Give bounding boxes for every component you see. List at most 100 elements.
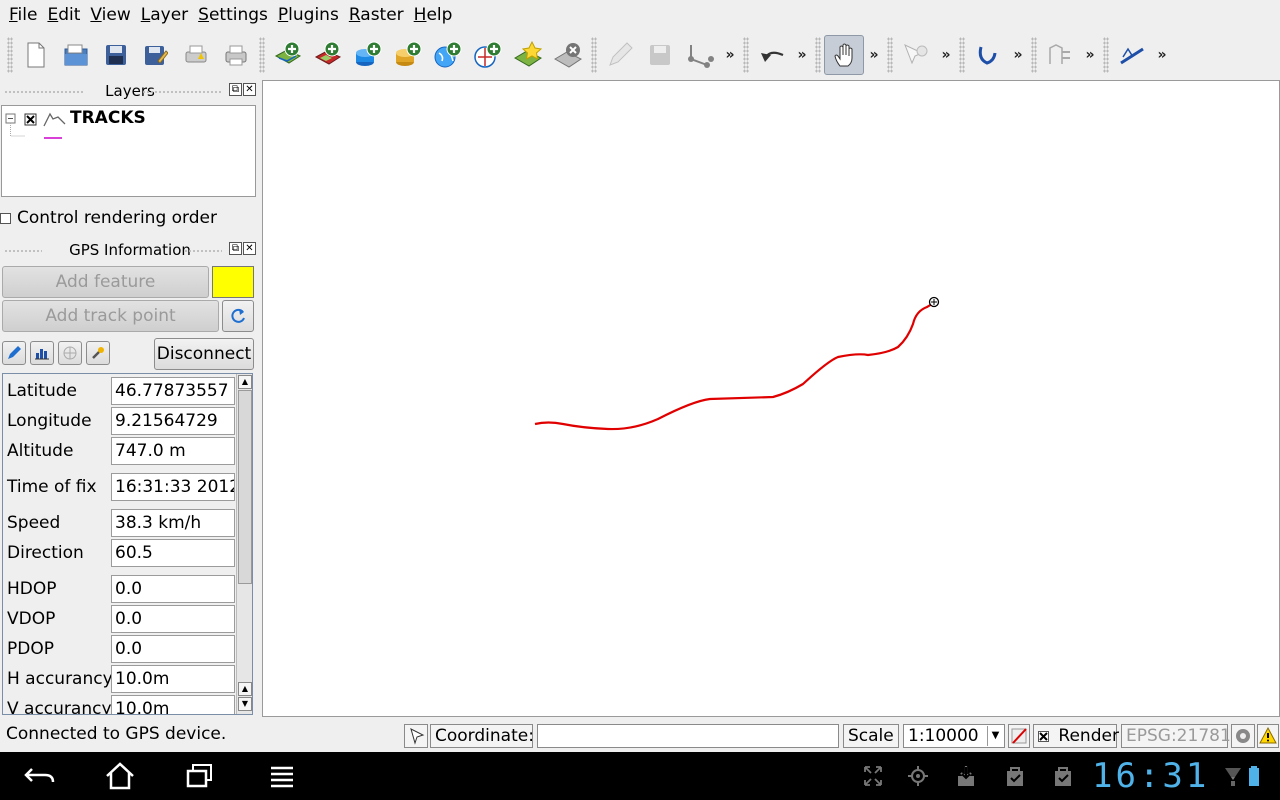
add-feature-button[interactable]: Add feature (2, 266, 209, 298)
gps-field-time-of-fix: Time of fix 16:31:33 2012 (7, 473, 235, 501)
stop-render-icon (1011, 728, 1027, 744)
save-edits-icon[interactable] (640, 35, 680, 75)
render-toggle[interactable]: Render (1033, 724, 1119, 748)
new-shapefile-icon[interactable] (508, 35, 548, 75)
add-raster-layer-icon[interactable] (308, 35, 348, 75)
float-icon[interactable]: ⧉ (229, 83, 242, 96)
home-button[interactable] (100, 760, 140, 792)
home-icon (106, 762, 134, 790)
coordinate-toggle-button[interactable] (404, 724, 428, 748)
add-vector-layer-icon[interactable] (268, 35, 308, 75)
menu-settings[interactable]: Settings (193, 0, 273, 30)
gps-panel-scrollbar[interactable]: ▲ ▲ ▼ (236, 374, 252, 714)
toggle-editing-icon[interactable] (600, 35, 640, 75)
undo-icon[interactable] (752, 35, 792, 75)
map-canvas[interactable] (262, 80, 1280, 717)
vdop-field[interactable]: 0.0 (111, 605, 235, 633)
toolbar-overflow[interactable]: » (864, 47, 884, 63)
messages-button[interactable] (1257, 724, 1279, 748)
checked-bag-icon (1055, 767, 1071, 786)
menu-raster[interactable]: Raster (344, 0, 409, 30)
add-feature-icon[interactable] (680, 35, 720, 75)
wrench-icon (92, 347, 104, 359)
control-rendering-order[interactable]: Control rendering order (0, 207, 217, 229)
toolbar-grip[interactable] (7, 37, 13, 73)
layer-name-tracks[interactable]: TRACKS (70, 108, 146, 128)
menu-button[interactable] (262, 760, 302, 792)
scroll-up-icon[interactable]: ▲ (238, 682, 252, 696)
add-track-point-button[interactable]: Add track point (2, 300, 219, 332)
save-project-icon[interactable] (96, 35, 136, 75)
print-composer-icon[interactable] (176, 35, 216, 75)
toolbar-overflow[interactable]: » (1080, 47, 1100, 63)
gps-field-label: V accurancy (7, 699, 112, 715)
recent-apps-button[interactable] (180, 760, 220, 792)
close-icon[interactable]: ✕ (243, 83, 256, 96)
gps-field-label: Altitude (7, 441, 74, 461)
menu-view[interactable]: View (85, 0, 135, 30)
toolbar-separator (591, 37, 597, 73)
menu-edit[interactable]: Edit (42, 0, 85, 30)
chevron-down-icon[interactable]: ▼ (987, 726, 1003, 746)
add-spatialite-layer-icon[interactable] (388, 35, 428, 75)
direction-field[interactable]: 60.5 (111, 539, 235, 567)
pan-icon[interactable] (824, 35, 864, 75)
scroll-down-icon[interactable]: ▼ (238, 697, 252, 711)
reset-track-button[interactable] (222, 300, 254, 332)
track-color-swatch[interactable] (212, 266, 254, 298)
disconnect-button[interactable]: Disconnect (154, 338, 254, 370)
toolbar-overflow[interactable]: » (936, 47, 956, 63)
screen-compat-icon[interactable] (862, 764, 884, 788)
spell-check-icon[interactable] (1112, 35, 1152, 75)
scroll-up-icon[interactable]: ▲ (238, 375, 252, 389)
save-as-icon[interactable] (136, 35, 176, 75)
layers-panel-title[interactable]: Layers ⧉ ✕ (0, 80, 260, 102)
toolbar-overflow[interactable]: » (792, 47, 812, 63)
open-project-icon[interactable] (56, 35, 96, 75)
control-rendering-order-checkbox[interactable] (0, 212, 11, 224)
latitude-field[interactable]: 46.77873557 (111, 377, 235, 405)
field-calculator-icon[interactable] (1040, 35, 1080, 75)
pdop-field[interactable]: 0.0 (111, 635, 235, 663)
crs-status-button[interactable]: EPSG:21781 (1121, 724, 1231, 748)
hdop-field[interactable]: 0.0 (111, 575, 235, 603)
menu-file[interactable]: File (4, 0, 42, 30)
add-wms-layer-icon[interactable] (428, 35, 468, 75)
layers-tree[interactable]: TRACKS (1, 105, 256, 197)
print-icon[interactable] (216, 35, 256, 75)
gps-signal-tab[interactable] (30, 341, 54, 365)
float-icon[interactable]: ⧉ (229, 242, 242, 255)
altitude-field[interactable]: 747.0 m (111, 437, 235, 465)
remove-layer-icon[interactable] (548, 35, 588, 75)
coordinate-input[interactable] (537, 724, 839, 748)
toolbar-overflow[interactable]: » (1008, 47, 1028, 63)
stop-render-button[interactable] (1008, 724, 1030, 748)
crs-button[interactable] (1231, 724, 1255, 748)
speed-field[interactable]: 38.3 km/h (111, 509, 235, 537)
identify-icon[interactable] (896, 35, 936, 75)
close-icon[interactable]: ✕ (243, 242, 256, 255)
gps-panel-title[interactable]: GPS Information ⧉ ✕ (0, 239, 260, 261)
new-project-icon[interactable] (16, 35, 56, 75)
add-wfs-layer-icon[interactable] (468, 35, 508, 75)
gps-position-tab[interactable] (2, 341, 26, 365)
menu-layer[interactable]: Layer (136, 0, 193, 30)
scrollbar-thumb[interactable] (238, 390, 252, 584)
menu-help[interactable]: Help (409, 0, 458, 30)
v-accuracy-field[interactable]: 10.0m (111, 695, 235, 714)
select-icon[interactable] (968, 35, 1008, 75)
scale-combobox[interactable]: 1:10000 ▼ (903, 724, 1005, 748)
toolbar-separator (743, 37, 749, 73)
add-postgis-layer-icon[interactable] (348, 35, 388, 75)
menu-plugins[interactable]: Plugins (273, 0, 344, 30)
back-button[interactable] (20, 760, 60, 792)
toolbar-overflow[interactable]: » (1152, 47, 1172, 63)
longitude-field[interactable]: 9.21564729 (111, 407, 235, 435)
gps-options-tab[interactable] (86, 341, 110, 365)
toolbar-overflow[interactable]: » (720, 47, 740, 63)
status-message: Connected to GPS device. (6, 724, 227, 744)
time-of-fix-field[interactable]: 16:31:33 2012 (111, 473, 235, 501)
gps-satellite-tab[interactable] (58, 341, 82, 365)
render-checkbox[interactable] (1038, 731, 1049, 742)
h-accuracy-field[interactable]: 10.0m (111, 665, 235, 693)
